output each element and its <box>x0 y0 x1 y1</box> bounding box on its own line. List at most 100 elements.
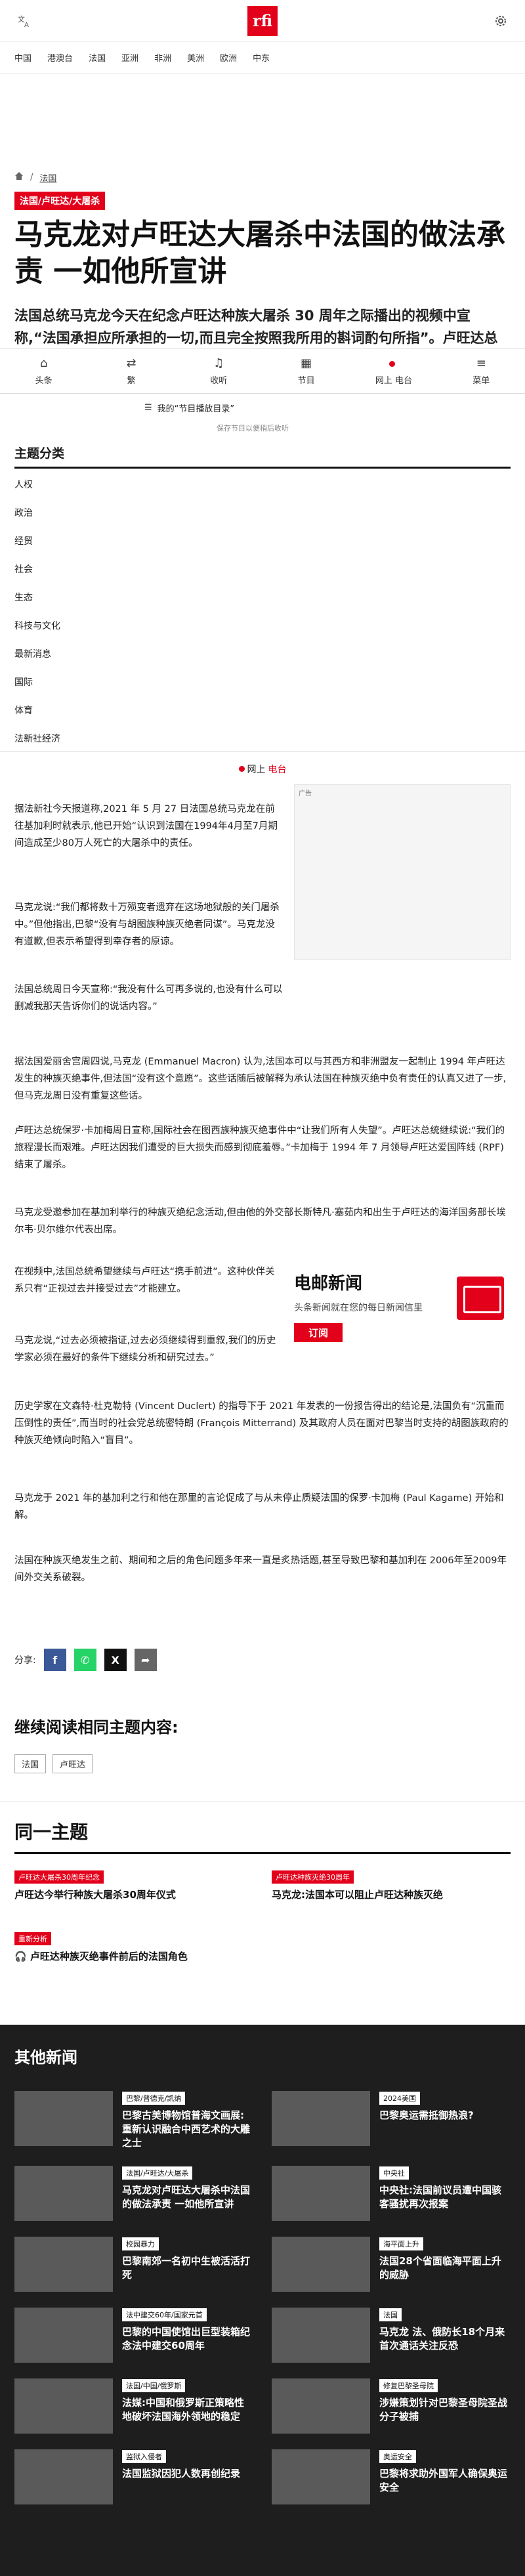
region-link[interactable]: 欧洲 <box>220 51 237 64</box>
article-header: 法国/卢旺达/大屠杀 马克龙对卢旺达大屠杀中法国的做法承责 一如他所宣讲 法国总… <box>0 192 525 370</box>
region-link[interactable]: 美洲 <box>187 51 204 64</box>
news-card[interactable]: 海平面上升 法国28个省面临海平面上升的威胁 <box>272 2237 511 2292</box>
topic-item[interactable]: 科技与文化 <box>14 619 511 647</box>
news-tag: 中央社 <box>379 2166 409 2180</box>
news-tag: 巴黎/普德克/凯纳 <box>122 2092 186 2105</box>
newsletter-text: 头条新闻就在您的每日新闻信里 <box>294 1303 423 1313</box>
news-tag: 法国/卢旺达/大屠杀 <box>122 2166 193 2180</box>
topic-chip[interactable]: 法国 <box>14 1754 47 1773</box>
home-icon[interactable] <box>14 171 24 183</box>
envelope-icon <box>457 1277 504 1320</box>
region-nav: 中国 港澳台 法国 亚洲 非洲 美洲 欧洲 中东 <box>0 42 525 74</box>
nav-programs[interactable]: ▦ 节目 <box>267 356 346 386</box>
region-link[interactable]: 法国 <box>89 51 106 64</box>
subscribe-button[interactable]: 订阅 <box>294 1323 343 1342</box>
news-card[interactable]: 修复巴黎圣母院 涉嫌策划针对巴黎圣母院圣战分子被捕 <box>272 2378 511 2434</box>
topic-chip[interactable]: 卢旺达 <box>52 1754 93 1773</box>
news-thumbnail <box>14 2449 113 2504</box>
facebook-icon[interactable]: f <box>43 1649 66 1671</box>
news-card[interactable]: 巴黎/普德克/凯纳巴黎古美博物馆普海文画展:重新认识融合中西艺术的大雕之士 <box>14 2091 253 2150</box>
topic-item[interactable]: 体育 <box>14 704 511 732</box>
gear-icon[interactable] <box>491 11 511 31</box>
nav-menu[interactable]: ≡ 菜单 <box>442 356 520 386</box>
breadcrumb-section-link[interactable]: 法国 <box>39 171 56 184</box>
grid-icon: ▦ <box>301 356 312 370</box>
article-paragraph: 卢旺达总统保罗·卡加梅周日宣称,国际社会在图西族种族灭绝事件中“让我们所有人失望… <box>14 1126 505 1170</box>
article-paragraph: 法国总统周日今天宣称:“我没有什么可再多说的,也没有什么可以删减我那天告诉你们的… <box>14 984 283 1012</box>
news-card[interactable]: 校园暴力 巴黎南郊一名初中生被活活打死 <box>14 2237 253 2292</box>
svg-text:A: A <box>24 22 29 28</box>
nav-headlines[interactable]: ⌂ 头条 <box>5 356 83 386</box>
rfi-logo[interactable]: rfi <box>247 5 278 36</box>
same-topic-item[interactable]: 卢旺达大屠杀30周年纪念 卢旺达今举行种族大屠杀30周年仪式 <box>14 1870 253 1916</box>
item-tag: 卢旺达大屠杀30周年纪念 <box>14 1870 104 1884</box>
topic-item[interactable]: 生态 <box>14 591 511 619</box>
nav-traditional[interactable]: ⇄ 繁 <box>92 356 171 386</box>
region-link[interactable]: 非洲 <box>154 51 171 64</box>
item-title: 🎧 卢旺达种族灭绝事件前后的法国角色 <box>14 1949 253 1964</box>
news-tag: 法国/中国/俄罗斯 <box>122 2379 186 2392</box>
region-link[interactable]: 亚洲 <box>121 51 138 64</box>
news-card[interactable]: 奥运安全 巴黎将求助外国军人确保奥运安全 <box>272 2449 511 2504</box>
news-title: 马克龙 法、俄防长18个月来首次通话关注反恐 <box>379 2326 505 2352</box>
news-title: 巴黎古美博物馆普海文画展:重新认识融合中西艺术的大雕之士 <box>122 2109 251 2149</box>
playlist-label: 我的“节目播放目录” <box>157 404 235 414</box>
breadcrumb: / 法国 <box>0 163 525 192</box>
news-thumbnail <box>272 2308 370 2363</box>
news-title: 巴黎将求助外国军人确保奥运安全 <box>379 2468 508 2493</box>
news-tag: 法中建交60年/国家元首 <box>122 2308 207 2321</box>
article-paragraph: 马克龙说,“过去必须被指证,过去必须继续得到重叙,我们的历史学家必须在最好的条件… <box>14 1336 276 1363</box>
article-paragraph: 马克龙于 2021 年的基加利之行和他在那里的言论促成了与从未停止质疑法国的保罗… <box>14 1493 504 1521</box>
news-title: 巴黎的中国使馆出巨型装箱纪念法中建交60周年 <box>122 2326 251 2352</box>
news-tag: 校园暴力 <box>122 2237 159 2250</box>
whatsapp-icon[interactable]: ✆ <box>74 1649 96 1671</box>
news-tag: 修复巴黎圣母院 <box>379 2379 438 2392</box>
share-arrow-icon[interactable]: ➦ <box>134 1649 157 1671</box>
topic-item[interactable]: 社会 <box>14 562 511 591</box>
article-tag[interactable]: 法国/卢旺达/大屠杀 <box>14 192 106 210</box>
news-thumbnail <box>272 2449 370 2504</box>
same-topic-section: 同一主题 卢旺达大屠杀30周年纪念 卢旺达今举行种族大屠杀30周年仪式 卢旺达种… <box>0 1802 525 1993</box>
news-title: 法国监狱因犯人数再创纪录 <box>122 2468 241 2480</box>
news-card[interactable]: 法国 马克龙 法、俄防长18个月来首次通话关注反恐 <box>272 2308 511 2363</box>
playlist-link[interactable]: ☰ 我的“节目播放目录” <box>144 402 234 414</box>
topic-item[interactable]: 经贸 <box>14 534 511 562</box>
news-card[interactable]: 法国/卢旺达/大屠杀 马克龙对卢旺达大屠杀中法国的做法承责 一如他所宣讲 <box>14 2166 253 2221</box>
topic-item[interactable]: 国际 <box>14 675 511 704</box>
same-topic-item[interactable]: 卢旺达种族灭绝30周年 马克龙:法国本可以阻止卢旺达种族灭绝 <box>272 1870 511 1916</box>
topic-item[interactable]: 最新消息 <box>14 647 511 675</box>
news-tag: 监狱入侵者 <box>122 2450 166 2463</box>
news-title: 中央社:法国前议员遭中国骇客骚扰再次报案 <box>379 2184 501 2210</box>
news-title: 巴黎奥运需抵御热浪? <box>379 2109 474 2121</box>
item-tag: 重新分析 <box>14 1932 51 1945</box>
nav-listen[interactable]: ♫ 收听 <box>179 356 258 386</box>
news-card[interactable]: 监狱入侵者法国监狱因犯人数再创纪录 <box>14 2449 253 2504</box>
topic-item[interactable]: 政治 <box>14 506 511 534</box>
article-paragraph: 法国在种族灭绝发生之前、期间和之后的角色问题多年来一直是炙热话题,甚至导致巴黎和… <box>14 1555 507 1583</box>
ad-label: 广告 <box>299 790 312 797</box>
same-topic-item[interactable]: 重新分析 🎧 卢旺达种族灭绝事件前后的法国角色 <box>14 1932 253 1977</box>
live-radio-bar[interactable]: 网上 电台 <box>0 751 525 786</box>
article-paragraph: 据法新社今天报道称,2021 年 5 月 27 日法国总统马克龙在前往基加利时就… <box>14 804 278 849</box>
news-card[interactable]: 中央社中央社:法国前议员遭中国骇客骚扰再次报案 <box>272 2166 511 2221</box>
nav-label: 菜单 <box>472 375 490 386</box>
newsletter-box: 电邮新闻 头条新闻就在您的每日新闻信里 订阅 <box>294 1270 504 1355</box>
nav-label: 繁 <box>127 375 136 386</box>
region-link[interactable]: 中国 <box>14 51 32 64</box>
news-card[interactable]: 法国/中国/俄罗斯 法媒:中国和俄罗斯正策略性地破坏法国海外领地的稳定 <box>14 2378 253 2434</box>
article-paragraph: 据法国爱丽舍宫周四说,马克龙 (Emmanuel Macron) 认为,法国本可… <box>14 1057 507 1101</box>
breadcrumb-separator: / <box>30 172 33 182</box>
news-card[interactable]: 法中建交60年/国家元首巴黎的中国使馆出巨型装箱纪念法中建交60周年 <box>14 2308 253 2363</box>
item-title-text: 卢旺达种族灭绝事件前后的法国角色 <box>30 1951 188 1962</box>
headphones-icon: ♫ <box>213 356 224 370</box>
topic-item[interactable]: 人权 <box>14 478 511 506</box>
region-link[interactable]: 港澳台 <box>47 51 73 64</box>
nav-live-radio[interactable]: 网上 电台 <box>354 356 433 386</box>
region-link[interactable]: 中东 <box>253 51 270 64</box>
same-topic-title: 同一主题 <box>14 1818 511 1854</box>
x-icon[interactable]: X <box>104 1649 127 1671</box>
advertisement[interactable]: 广告 <box>294 784 511 960</box>
news-thumbnail <box>14 2378 113 2434</box>
news-card[interactable]: 2024美国 巴黎奥运需抵御热浪? <box>272 2091 511 2150</box>
translate-icon[interactable]: 文A <box>14 11 34 31</box>
